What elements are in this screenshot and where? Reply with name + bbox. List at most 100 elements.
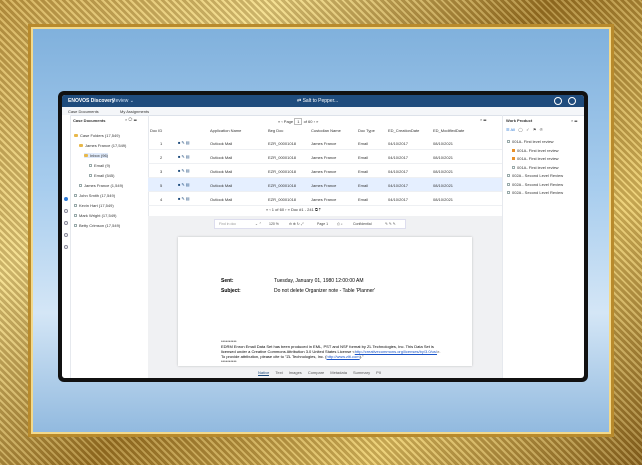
notification-icon[interactable]	[554, 97, 562, 105]
column-header[interactable]: Beg Doc	[268, 127, 283, 135]
row-action-icons[interactable]: ■✎▤	[178, 196, 191, 201]
column-header[interactable]: ED_CreationDate	[388, 127, 419, 135]
zoom-select[interactable]: 120 %	[269, 222, 279, 226]
work-product-label: 001A- First level review	[517, 164, 559, 170]
tree-item[interactable]: Email (545)	[89, 173, 114, 178]
tree-item[interactable]: Mark Wright (17,549)	[74, 213, 117, 218]
row-action-icons[interactable]: ■✎▤	[178, 168, 191, 173]
tree-item[interactable]: John Smith (17,549)	[74, 193, 115, 198]
tree-item[interactable]: James France (1,549)	[79, 183, 123, 188]
page-number-input[interactable]: 1	[294, 118, 303, 125]
viewer-tabs: Native Text Images Compare Metadata Summary PI…	[258, 370, 387, 376]
viewer-tab[interactable]: Compare	[308, 370, 324, 375]
case-documents-panel: Case Documents ⌕ ⟳ ☰ Case Folders (17,54…	[70, 115, 149, 378]
user-avatar-icon[interactable]	[568, 97, 576, 105]
confidential-select[interactable]: Confidential	[353, 222, 371, 226]
work-product-item[interactable]: 001A- First level review	[512, 165, 559, 170]
app-screen: ENOVOS Discovery Review ⌄ ⇄ Salt to Pepp…	[62, 95, 584, 378]
work-product-item[interactable]: 001A- First level review	[512, 156, 559, 161]
find-nav[interactable]: ⌄ ⌃	[255, 222, 262, 226]
wp-tab-circle-icon[interactable]: ◯	[518, 127, 522, 132]
column-header[interactable]: Doc Type	[358, 127, 375, 135]
tree-item[interactable]: James France (17,549)	[79, 143, 126, 148]
panel-search-icon[interactable]: ⌕ ⟳ ☰	[125, 117, 137, 122]
row-action-icons[interactable]: ■✎▤	[178, 140, 191, 145]
table-cell: 08/10/2021	[433, 141, 454, 146]
tree-item[interactable]: Inbox (96)	[84, 153, 109, 158]
work-product-item[interactable]: 001A- First level review	[512, 148, 559, 153]
table-row[interactable]: 2 Outlook Mail EZR_00001018 James France Ema…	[148, 150, 502, 164]
wp-tab-all[interactable]: ☰ All	[506, 127, 515, 132]
work-product-item[interactable]: 002A - Second Level Review	[507, 182, 563, 187]
table-cell: Outlook Mail	[210, 141, 233, 146]
review-menu[interactable]: Review ⌄	[112, 98, 134, 104]
rail-settings-icon[interactable]	[64, 245, 68, 249]
page-select[interactable]: Page 1	[317, 222, 328, 226]
wp-tab-check-icon[interactable]: ✓	[526, 127, 529, 132]
work-product-item[interactable]: 002A - Second Level Review	[507, 190, 563, 195]
work-product-item[interactable]: 002A - Second Level Review	[507, 173, 563, 178]
wp-tab-p-icon[interactable]: ℗	[540, 127, 543, 132]
tree-item-label: James France (17,549)	[85, 143, 127, 148]
top-bar: ENOVOS Discovery Review ⌄ ⇄ Salt to Pepp…	[62, 95, 584, 107]
viewer-tab[interactable]: PII	[376, 370, 381, 375]
work-product-label: 001A- First level review	[517, 147, 559, 153]
viewer-tab[interactable]: Summary	[353, 370, 370, 375]
column-header[interactable]: Application Name	[210, 127, 241, 135]
viewer-tab[interactable]: Text	[275, 370, 282, 375]
item-icon	[74, 224, 77, 228]
zoom-icons[interactable]: ⊖ ⊕ ↻ ⤢	[289, 222, 304, 226]
table-cell: Email	[358, 155, 369, 160]
checkbox[interactable]	[507, 182, 510, 186]
viewer-tab[interactable]: Native	[258, 370, 270, 376]
table-row[interactable]: 5 Outlook Mail EZR_00001018 James France Ema…	[148, 178, 502, 192]
column-header[interactable]: ED_ModifiedDate	[433, 127, 464, 135]
wp-tab-flag-icon[interactable]: ⚑	[533, 127, 537, 132]
column-header[interactable]: Custodian Name	[311, 127, 341, 135]
row-action-icons[interactable]: ■✎▤	[178, 182, 191, 187]
checkbox[interactable]	[512, 165, 515, 169]
find-input[interactable]: Find in doc	[219, 222, 236, 226]
tree-item[interactable]: Kevin Hart (17,549)	[74, 203, 114, 208]
work-product-item[interactable]: 001A- First level review	[507, 139, 554, 144]
table-search-icon[interactable]: ⌕ ☰	[480, 117, 486, 122]
view-icons[interactable]: ⎙ ⌕	[337, 222, 343, 226]
annotate-icons[interactable]: ✎ ✎ ✎	[385, 222, 396, 226]
tab-my-assignments[interactable]: My Assignments	[120, 109, 149, 114]
table-row[interactable]: 3 Outlook Mail EZR_00001018 James France Ema…	[148, 164, 502, 178]
checkbox[interactable]	[507, 140, 510, 144]
viewer-tab[interactable]: Metadata	[330, 370, 347, 375]
table-cell: Email	[358, 169, 369, 174]
rail-tag-icon[interactable]	[64, 233, 68, 237]
tree-item-label: John Smith (17,549)	[79, 193, 116, 198]
table-cell: Outlook Mail	[210, 183, 233, 188]
panel-title: Case Documents	[73, 118, 106, 123]
tree-item-label: Case Folders (17,549)	[80, 133, 120, 138]
rail-search-icon[interactable]	[64, 221, 68, 225]
folder-icon	[84, 154, 88, 158]
tab-case-documents[interactable]: Case Documents	[68, 109, 99, 114]
table-row[interactable]: 1 Outlook Mail EZR_00001018 James France Ema…	[148, 136, 502, 150]
rail-home-icon[interactable]	[64, 197, 68, 201]
tree-item[interactable]: Case Folders (17,549)	[74, 133, 120, 138]
tree-item[interactable]: Email (9)	[89, 163, 110, 168]
cc-license-link[interactable]: http://creativecommons.org/licenses/by/3…	[355, 349, 437, 354]
checkbox[interactable]	[507, 191, 510, 195]
tree-item-label: Email (545)	[94, 173, 115, 178]
wp-search-icon[interactable]: ⌕ ☰	[571, 118, 577, 123]
viewer-tab[interactable]: Images	[289, 370, 302, 375]
tree-item-label: Inbox (96)	[90, 153, 109, 158]
work-product-label: 001A- First level review	[517, 156, 559, 161]
column-header[interactable]: Doc ID	[150, 127, 162, 135]
rail-folder-icon[interactable]	[64, 209, 68, 213]
tree-item[interactable]: Betty Crimson (17,549)	[74, 223, 120, 228]
row-action-icons[interactable]: ■✎▤	[178, 154, 191, 159]
zlti-link[interactable]: http://www.zlti.com	[326, 354, 359, 359]
table-row[interactable]: 4 Outlook Mail EZR_00001018 James France Ema…	[148, 192, 502, 206]
item-icon	[74, 204, 77, 208]
checkbox[interactable]	[507, 174, 510, 178]
checkbox[interactable]	[512, 157, 515, 161]
item-icon	[79, 184, 82, 188]
checkbox[interactable]	[512, 148, 515, 152]
table-cell: Outlook Mail	[210, 197, 233, 202]
